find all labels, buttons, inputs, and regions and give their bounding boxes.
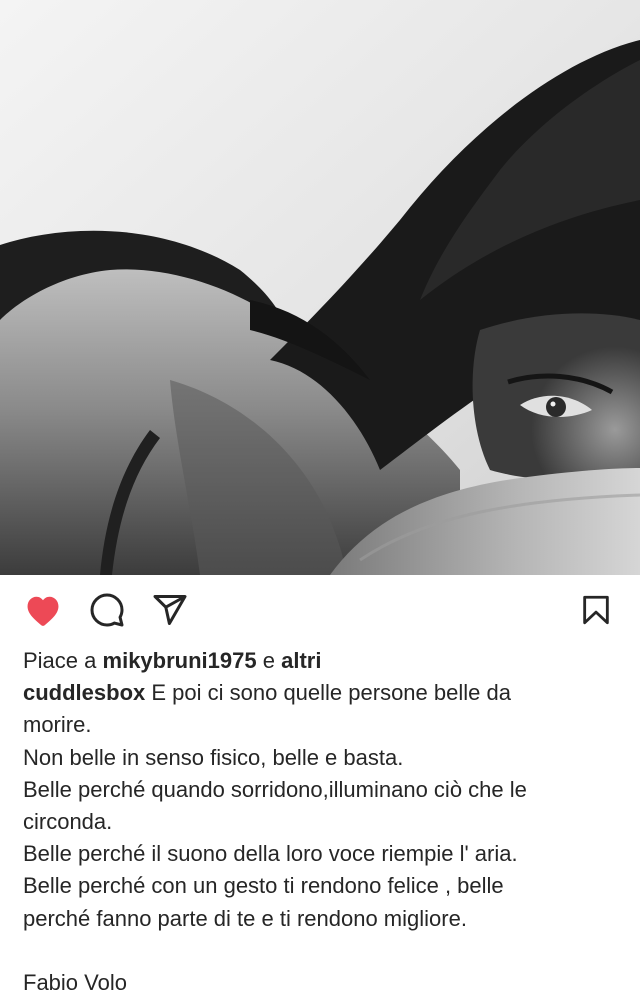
caption-line: morire. (23, 712, 92, 738)
likes-prefix: Piace a (23, 648, 97, 673)
author-username[interactable]: cuddlesbox (23, 680, 145, 705)
post-caption: cuddlesbox E poi ci sono quelle persone … (23, 677, 619, 999)
caption-line: Belle perché con un gesto ti rendono fel… (23, 873, 504, 899)
caption-first-line: cuddlesbox E poi ci sono quelle persone … (23, 677, 619, 709)
caption-line: Belle perché quando sorridono,illuminano… (23, 776, 527, 802)
caption-line: Belle perché il suono della loro voce ri… (23, 841, 518, 867)
post-text-area: Piace a mikybruni1975 e altri cuddlesbox… (23, 645, 619, 999)
caption-text: E poi ci sono quelle persone belle da (151, 680, 511, 706)
other-likers-link[interactable]: altri (281, 648, 321, 673)
heart-icon[interactable] (24, 591, 62, 629)
likes-connector: e (262, 648, 275, 673)
first-liker-link[interactable]: mikybruni1975 (103, 648, 257, 673)
likes-summary: Piace a mikybruni1975 e altri (23, 645, 619, 677)
caption-line: perché fanno parte di te e ti rendono mi… (23, 905, 467, 931)
caption-line: Non belle in senso fisico, belle e basta… (23, 744, 404, 770)
comment-icon[interactable] (88, 591, 126, 629)
caption-signature: Fabio Volo (23, 970, 127, 996)
send-icon[interactable] (151, 591, 189, 629)
post-photo-illustration (0, 0, 640, 575)
caption-line: circonda. (23, 809, 113, 835)
post-image[interactable] (0, 0, 640, 575)
bookmark-icon[interactable] (577, 591, 615, 629)
post-action-bar (0, 575, 640, 645)
